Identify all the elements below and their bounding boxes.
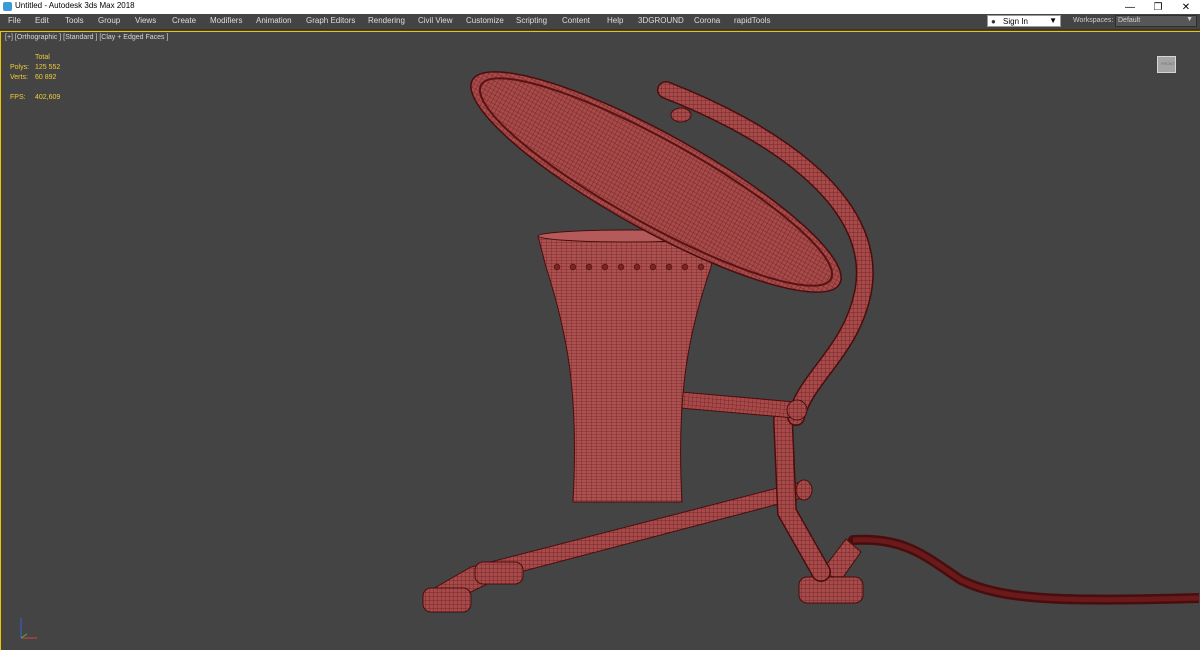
menu-create[interactable]: Create	[172, 16, 196, 25]
chevron-down-icon: ▼	[1186, 16, 1193, 23]
lamp-shade-connector	[679, 391, 797, 419]
menu-scripting[interactable]: Scripting	[516, 16, 547, 25]
restore-button[interactable]: ❐	[1144, 0, 1172, 14]
minimize-button[interactable]: —	[1116, 0, 1144, 14]
chevron-down-icon: ▼	[1049, 16, 1057, 25]
axis-tripod-icon	[20, 618, 37, 639]
lamp-model[interactable]	[1, 32, 1199, 650]
workspaces-label: Workspaces:	[1073, 17, 1114, 24]
menu-rendering[interactable]: Rendering	[368, 16, 405, 25]
sign-in-dropdown[interactable]: ● Sign In ▼	[987, 15, 1061, 27]
lamp-arm-joint	[795, 479, 813, 501]
menu-corona[interactable]: Corona	[694, 16, 720, 25]
menu-content[interactable]: Content	[562, 16, 590, 25]
menu-edit[interactable]: Edit	[35, 16, 49, 25]
close-button[interactable]: ✕	[1172, 0, 1200, 14]
menu-modifiers[interactable]: Modifiers	[210, 16, 242, 25]
menu-tools[interactable]: Tools	[65, 16, 84, 25]
viewport-orthographic[interactable]: [+] [Orthographic ] [Standard ] [Clay + …	[0, 31, 1200, 650]
sign-in-label: Sign In	[1003, 17, 1028, 26]
window-title: Untitled - Autodesk 3ds Max 2018	[15, 1, 135, 10]
menu-customize[interactable]: Customize	[466, 16, 504, 25]
lamp-foot-left	[422, 587, 472, 613]
menu-file[interactable]: File	[8, 16, 21, 25]
workspaces-value: Default	[1118, 17, 1141, 24]
workspaces-select[interactable]: Default ▼	[1115, 15, 1197, 27]
lamp-foot-right	[798, 576, 864, 604]
menu-group[interactable]: Group	[98, 16, 120, 25]
app-icon	[3, 2, 12, 11]
user-icon: ●	[991, 17, 996, 26]
menu-animation[interactable]: Animation	[256, 16, 292, 25]
menu-rapidtools[interactable]: rapidTools	[734, 16, 770, 25]
menu-views[interactable]: Views	[135, 16, 156, 25]
menu-civil-view[interactable]: Civil View	[418, 16, 453, 25]
menu-graph-editors[interactable]: Graph Editors	[306, 16, 355, 25]
menu-help[interactable]: Help	[607, 16, 623, 25]
menu-3dground[interactable]: 3DGROUND	[638, 16, 684, 25]
menu-bar: File Edit Tools Group Views Create Modif…	[0, 14, 1200, 30]
title-bar: Untitled - Autodesk 3ds Max 2018 — ❐ ✕	[0, 0, 1200, 14]
lamp-foot-middle	[474, 561, 524, 585]
lamp-shade	[537, 235, 717, 503]
lamp-joint	[786, 399, 808, 421]
